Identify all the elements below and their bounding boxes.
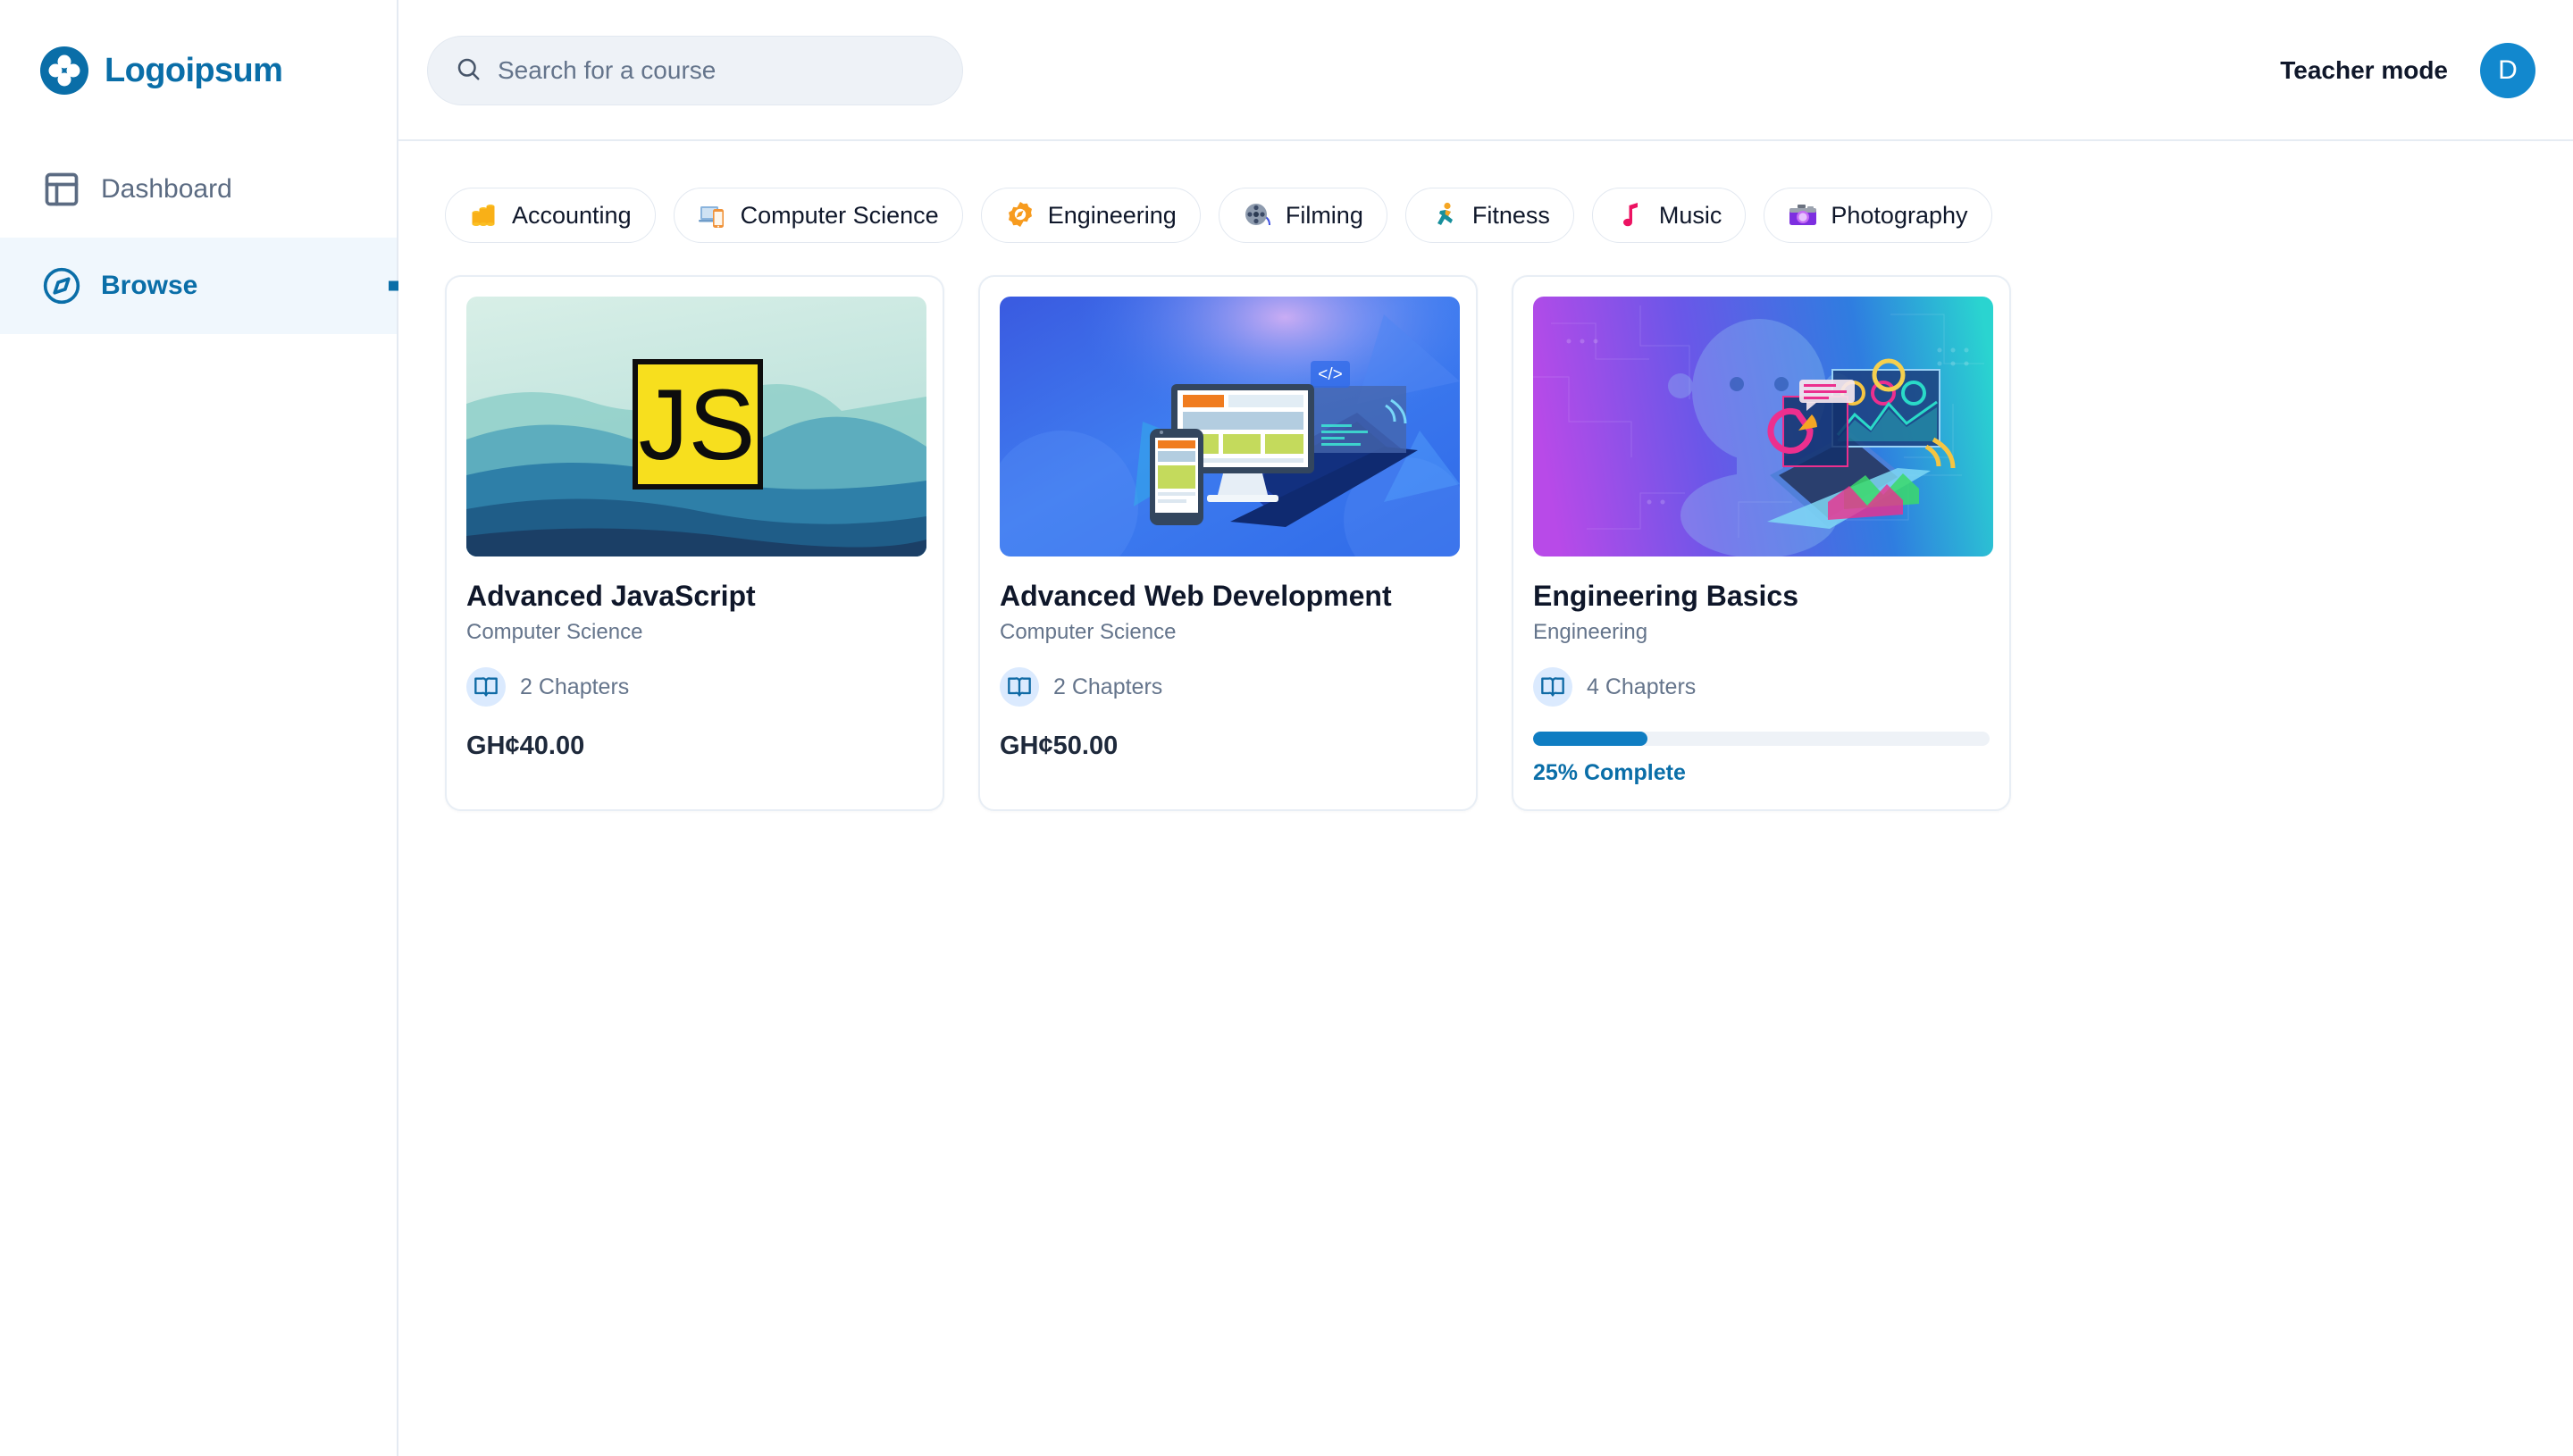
- search-input[interactable]: [498, 56, 926, 85]
- chip-label: Music: [1659, 202, 1722, 230]
- header-right-group: Teacher mode D: [2280, 0, 2535, 141]
- progress-bar: [1533, 732, 1990, 746]
- film-reel-icon: [1243, 200, 1273, 230]
- sidebar-item-dashboard[interactable]: Dashboard: [0, 141, 397, 238]
- book-open-icon: [1533, 667, 1572, 707]
- chip-label: Engineering: [1048, 202, 1177, 230]
- category-chip-accounting[interactable]: Accounting: [445, 188, 656, 243]
- chip-label: Accounting: [512, 202, 632, 230]
- main-content: Accounting Computer Science: [400, 143, 2573, 1456]
- laptop-phone-icon: [698, 200, 728, 230]
- progress-label: 25% Complete: [1533, 760, 1990, 786]
- course-price: GH¢50.00: [1000, 732, 1456, 761]
- category-chip-photography[interactable]: Photography: [1764, 188, 1991, 243]
- gear-icon: [1005, 200, 1035, 230]
- chip-label: Fitness: [1472, 202, 1550, 230]
- active-indicator: [389, 281, 398, 291]
- chip-label: Filming: [1286, 202, 1363, 230]
- book-open-icon: [466, 667, 506, 707]
- sidebar-item-label: Dashboard: [101, 174, 232, 205]
- course-title: Advanced JavaScript: [466, 579, 923, 613]
- course-card[interactable]: Engineering Basics Engineering 4 Chapter…: [1512, 275, 2011, 811]
- course-title: Advanced Web Development: [1000, 579, 1456, 613]
- course-chapters: 2 Chapters: [1000, 667, 1456, 707]
- runner-icon: [1429, 200, 1460, 230]
- music-note-icon: [1616, 200, 1647, 230]
- category-chip-music[interactable]: Music: [1592, 188, 1747, 243]
- avatar[interactable]: D: [2480, 43, 2535, 98]
- ai-robot-dashboard-thumbnail: [1533, 297, 1993, 556]
- teacher-mode-button[interactable]: Teacher mode: [2280, 56, 2448, 85]
- top-header: Teacher mode D: [398, 0, 2573, 141]
- chip-label: Computer Science: [741, 202, 939, 230]
- sidebar-item-label: Browse: [101, 271, 197, 301]
- sidebar-item-browse[interactable]: Browse: [0, 238, 397, 334]
- search-icon: [455, 55, 482, 87]
- course-price: GH¢40.00: [466, 732, 923, 761]
- search-box[interactable]: [427, 36, 963, 105]
- javascript-logo-mountains-thumbnail: JS: [466, 297, 926, 556]
- compass-icon: [42, 266, 81, 305]
- camera-icon: [1788, 200, 1818, 230]
- four-petal-logo-icon: [40, 46, 88, 95]
- svg-text:</>: </>: [1318, 365, 1342, 384]
- course-title: Engineering Basics: [1533, 579, 1990, 613]
- course-chapters: 4 Chapters: [1533, 667, 1990, 707]
- sidebar: Logoipsum Dashboard Browse: [0, 0, 398, 1456]
- layout-dashboard-icon: [42, 170, 81, 209]
- chapters-label: 2 Chapters: [520, 674, 629, 700]
- progress-bar-fill: [1533, 732, 1647, 746]
- book-open-icon: [1000, 667, 1039, 707]
- brand-name: Logoipsum: [105, 52, 282, 90]
- course-category: Computer Science: [466, 620, 923, 645]
- course-category: Computer Science: [1000, 620, 1456, 645]
- money-coins-icon: [469, 200, 499, 230]
- devices-web-design-thumbnail: </>: [1000, 297, 1460, 556]
- course-card[interactable]: </>: [978, 275, 1478, 811]
- brand-logo[interactable]: Logoipsum: [0, 0, 397, 141]
- category-filter-bar: Accounting Computer Science: [445, 188, 2528, 243]
- category-chip-computer-science[interactable]: Computer Science: [674, 188, 963, 243]
- svg-text:JS: JS: [639, 369, 756, 481]
- course-chapters: 2 Chapters: [466, 667, 923, 707]
- category-chip-fitness[interactable]: Fitness: [1405, 188, 1574, 243]
- category-chip-filming[interactable]: Filming: [1219, 188, 1387, 243]
- course-grid: JS Advanced JavaScript Computer Science …: [445, 275, 2528, 811]
- course-category: Engineering: [1533, 620, 1990, 645]
- chip-label: Photography: [1831, 202, 1967, 230]
- chapters-label: 2 Chapters: [1053, 674, 1162, 700]
- category-chip-engineering[interactable]: Engineering: [981, 188, 1201, 243]
- course-card[interactable]: JS Advanced JavaScript Computer Science …: [445, 275, 944, 811]
- chapters-label: 4 Chapters: [1587, 674, 1696, 700]
